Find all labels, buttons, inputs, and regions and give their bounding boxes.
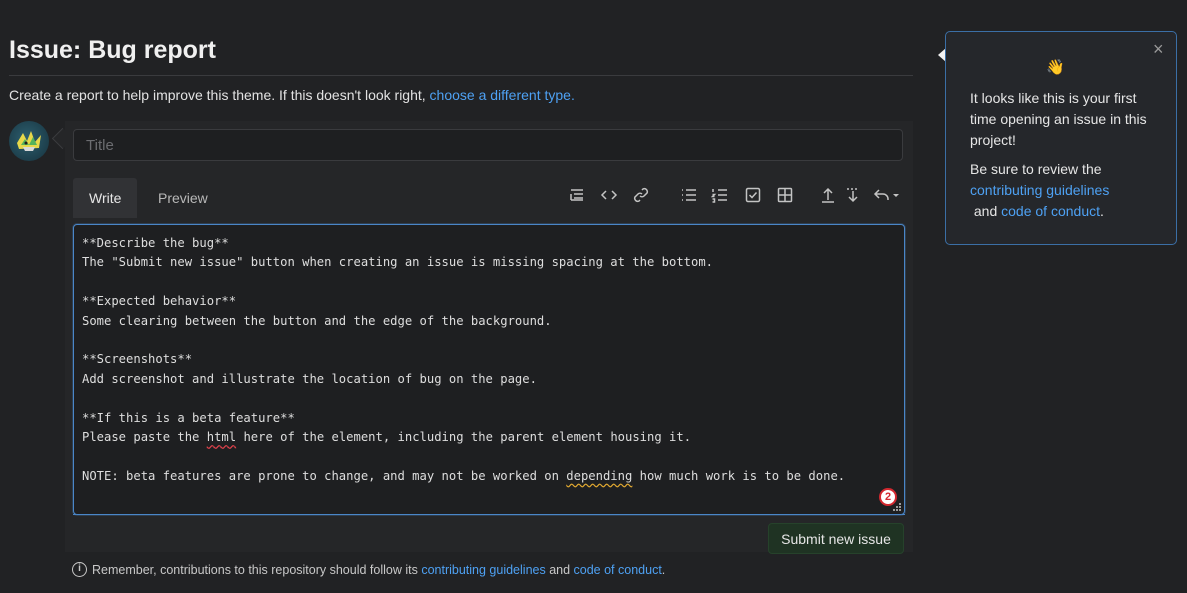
popover-review-text: Be sure to review the bbox=[970, 161, 1102, 177]
body-line: The "Submit new issue" button when creat… bbox=[82, 255, 714, 270]
popover-review-end: . bbox=[1100, 203, 1104, 219]
page-subtitle: Create a report to help improve this the… bbox=[9, 87, 575, 103]
contributing-guidelines-link[interactable]: contributing guidelines bbox=[421, 563, 545, 577]
code-icon[interactable] bbox=[598, 184, 620, 206]
popover-code-of-conduct-link[interactable]: code of conduct bbox=[1001, 203, 1100, 219]
avatar-image bbox=[17, 131, 41, 151]
avatar[interactable] bbox=[9, 121, 49, 161]
bulleted-list-icon[interactable] bbox=[678, 184, 700, 206]
table-icon[interactable] bbox=[774, 184, 796, 206]
page-title: Issue: Bug report bbox=[9, 36, 216, 64]
code-of-conduct-link[interactable]: code of conduct bbox=[574, 563, 662, 577]
body-line: Please paste the bbox=[82, 430, 207, 445]
body-line: **Expected behavior** bbox=[82, 294, 237, 309]
choose-different-type-link[interactable]: choose a different type. bbox=[430, 87, 575, 103]
body-line: **Describe the bug** bbox=[82, 236, 229, 250]
body-line: Add screenshot and illustrate the locati… bbox=[82, 371, 537, 386]
submit-new-issue-button[interactable]: Submit new issue bbox=[768, 523, 904, 554]
task-list-icon[interactable] bbox=[742, 184, 764, 206]
info-icon: i bbox=[72, 562, 87, 577]
close-icon[interactable]: × bbox=[1153, 40, 1164, 58]
contribution-notice: i Remember, contributions to this reposi… bbox=[72, 562, 665, 577]
body-line: Some clearing between the button and the… bbox=[82, 313, 552, 328]
grammar-flag-word: depending bbox=[566, 468, 633, 483]
subtitle-text: Create a report to help improve this the… bbox=[9, 87, 430, 103]
popover-review-message: Be sure to review the contributing guide… bbox=[970, 159, 1160, 222]
body-line: how much work is to be done. bbox=[632, 468, 846, 483]
heading-icon[interactable] bbox=[566, 184, 588, 206]
undo-icon[interactable] bbox=[872, 184, 902, 206]
editor-drop-zone bbox=[73, 514, 905, 516]
body-line: **If this is a beta feature** bbox=[82, 410, 295, 425]
numbered-list-icon[interactable] bbox=[709, 184, 731, 206]
notice-text-and: and bbox=[545, 562, 574, 577]
issue-title-input[interactable] bbox=[73, 129, 903, 161]
popover-review-and: and bbox=[970, 203, 1002, 219]
misspelled-word: html bbox=[206, 430, 237, 445]
tab-preview[interactable]: Preview bbox=[142, 178, 224, 218]
title-divider bbox=[9, 75, 913, 76]
issue-body-text[interactable]: **Describe the bug** The "Submit new iss… bbox=[82, 234, 845, 486]
resize-handle-icon[interactable] bbox=[893, 503, 902, 512]
link-icon[interactable] bbox=[630, 184, 652, 206]
notice-text: Remember, contributions to this reposito… bbox=[92, 562, 418, 577]
tab-write[interactable]: Write bbox=[73, 178, 138, 218]
upload-icon[interactable] bbox=[817, 184, 839, 206]
popover-contributing-guidelines-link[interactable]: contributing guidelines bbox=[970, 182, 1109, 198]
download-icon[interactable] bbox=[842, 184, 864, 206]
body-line: here of the element, including the paren… bbox=[236, 430, 692, 445]
body-line: **Screenshots** bbox=[82, 352, 193, 367]
notice-text-end: . bbox=[661, 562, 666, 577]
popover-message: It looks like this is your first time op… bbox=[970, 90, 1147, 148]
wave-emoji-icon: 👋 bbox=[1046, 59, 1065, 76]
body-line: NOTE: beta features are prone to change,… bbox=[82, 468, 567, 483]
